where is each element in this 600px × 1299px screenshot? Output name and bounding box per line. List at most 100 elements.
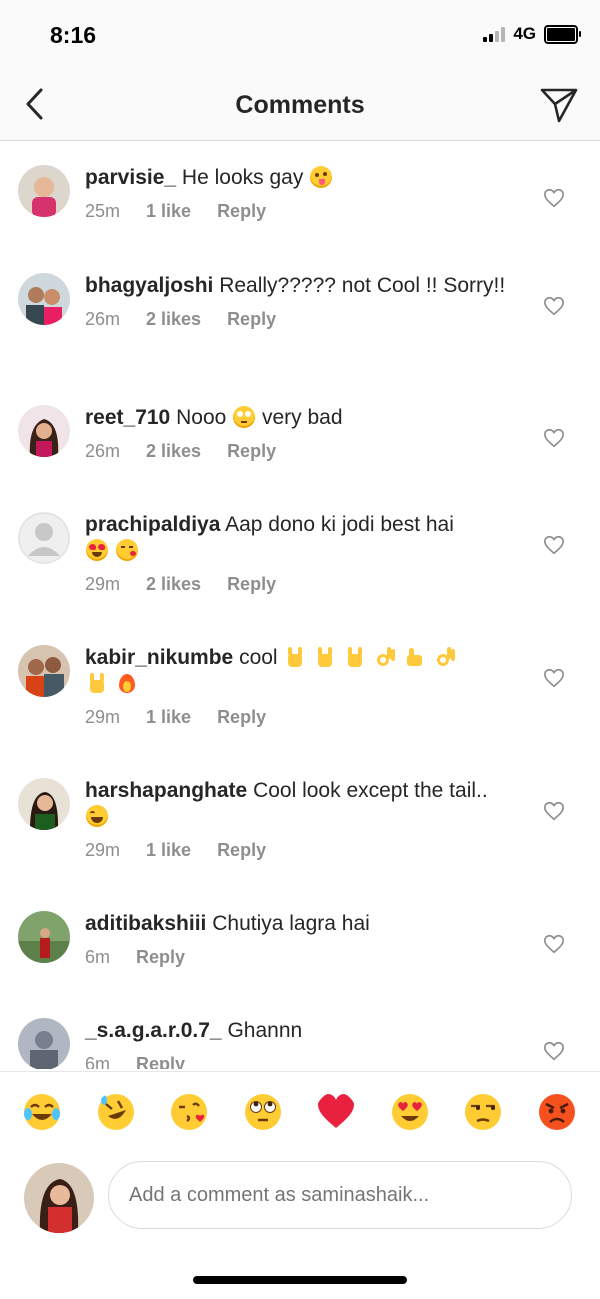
rolling-eyes-face-icon bbox=[233, 406, 256, 428]
comment-likes[interactable]: 2 likes bbox=[146, 309, 201, 330]
comment-meta: 26m 2 likes Reply bbox=[85, 441, 515, 462]
nav-header: Comments bbox=[0, 72, 600, 141]
comment-likes[interactable]: 2 likes bbox=[146, 574, 201, 595]
comment-text: aditibakshiii Chutiya lagra hai bbox=[85, 911, 515, 937]
comment-meta: 26m 2 likes Reply bbox=[85, 309, 515, 330]
page-title: Comments bbox=[235, 91, 365, 119]
direct-share-button[interactable] bbox=[538, 84, 580, 126]
comment-message: Aap dono ki jodi best hai bbox=[225, 513, 454, 536]
heart-eyes-face-icon bbox=[86, 539, 108, 561]
avatar[interactable] bbox=[18, 165, 70, 217]
reply-button[interactable]: Reply bbox=[136, 947, 185, 968]
comment-message: Cool look except the tail.. bbox=[253, 779, 488, 802]
comment-time: 26m bbox=[85, 309, 121, 329]
like-heart-icon[interactable] bbox=[543, 534, 565, 556]
comment-username[interactable]: prachipaldiya bbox=[85, 513, 220, 536]
sign-of-horns-icon bbox=[284, 646, 306, 668]
battery-icon bbox=[544, 24, 581, 44]
comment-message: Nooo bbox=[176, 406, 227, 429]
avatar[interactable] bbox=[18, 778, 70, 830]
unamused-face-icon[interactable] bbox=[463, 1092, 503, 1132]
comment-likes[interactable]: 1 like bbox=[146, 201, 191, 222]
comment-message: Really????? not Cool !! Sorry!! bbox=[219, 274, 506, 297]
current-user-avatar[interactable] bbox=[24, 1163, 94, 1233]
reply-button[interactable]: Reply bbox=[136, 1054, 185, 1069]
comment-meta: 6m Reply bbox=[85, 1054, 515, 1069]
like-heart-icon[interactable] bbox=[543, 295, 565, 317]
rolling-on-floor-laughing-icon[interactable] bbox=[96, 1092, 136, 1132]
avatar[interactable] bbox=[18, 911, 70, 963]
status-indicators: 4G bbox=[483, 24, 581, 44]
paper-plane-icon bbox=[540, 88, 578, 123]
reply-button[interactable]: Reply bbox=[227, 574, 276, 595]
comment-username[interactable]: _s.a.g.a.r.0.7_ bbox=[85, 1019, 222, 1042]
heart-eyes-face-icon[interactable] bbox=[390, 1092, 430, 1132]
reply-button[interactable]: Reply bbox=[217, 201, 266, 222]
comment-time: 29m bbox=[85, 707, 121, 727]
comment-text: harshapanghate Cool look except the tail… bbox=[85, 778, 515, 830]
pouting-face-icon[interactable] bbox=[537, 1092, 577, 1132]
comment-meta: 6m Reply bbox=[85, 947, 515, 968]
comment-time: 29m bbox=[85, 840, 121, 860]
comment-time: 26m bbox=[85, 441, 121, 461]
comment-username[interactable]: kabir_nikumbe bbox=[85, 646, 233, 669]
home-indicator[interactable] bbox=[193, 1276, 407, 1284]
blowing-kiss-face-icon[interactable] bbox=[169, 1092, 209, 1132]
comment-time: 25m bbox=[85, 201, 121, 221]
tears-of-joy-face-icon bbox=[86, 805, 108, 827]
status-time: 8:16 bbox=[50, 22, 97, 48]
thumbs-up-icon bbox=[404, 646, 426, 668]
comment-likes[interactable]: 1 like bbox=[146, 840, 191, 861]
comment-message: Chutiya lagra hai bbox=[212, 912, 370, 935]
comment-message: Ghannn bbox=[227, 1019, 303, 1042]
reply-button[interactable]: Reply bbox=[227, 309, 276, 330]
status-bar: 8:16 4G bbox=[0, 0, 600, 72]
ok-hand-icon bbox=[374, 646, 396, 668]
comment-time: 6m bbox=[85, 947, 111, 967]
comment-meta: 29m 1 like Reply bbox=[85, 707, 515, 728]
avatar[interactable] bbox=[18, 645, 70, 697]
sign-of-horns-icon bbox=[344, 646, 366, 668]
like-heart-icon[interactable] bbox=[543, 187, 565, 209]
like-heart-icon[interactable] bbox=[543, 933, 565, 955]
quick-reaction-bar bbox=[0, 1071, 600, 1154]
like-heart-icon[interactable] bbox=[543, 427, 565, 449]
comment-text: kabir_nikumbe cool bbox=[85, 645, 515, 697]
sign-of-horns-icon bbox=[314, 646, 336, 668]
comment-text: bhagyaljoshi Really????? not Cool !! Sor… bbox=[85, 273, 515, 299]
rolling-eyes-face-icon[interactable] bbox=[243, 1092, 283, 1132]
comment-list[interactable]: parvisie_ He looks gay 25m 1 like Reply … bbox=[0, 141, 600, 1069]
comment-meta: 29m 1 like Reply bbox=[85, 840, 515, 861]
comment-meta: 29m 2 likes Reply bbox=[85, 574, 515, 595]
comment-likes[interactable]: 2 likes bbox=[146, 441, 201, 462]
comment-username[interactable]: bhagyaljoshi bbox=[85, 274, 213, 297]
comment-likes[interactable]: 1 like bbox=[146, 707, 191, 728]
like-heart-icon[interactable] bbox=[543, 667, 565, 689]
like-heart-icon[interactable] bbox=[543, 1040, 565, 1062]
red-heart-icon[interactable] bbox=[316, 1092, 356, 1132]
avatar[interactable] bbox=[18, 512, 70, 564]
comment-message: cool bbox=[239, 646, 278, 669]
zany-face-icon bbox=[310, 166, 333, 188]
reply-button[interactable]: Reply bbox=[227, 441, 276, 462]
comment-meta: 25m 1 like Reply bbox=[85, 201, 515, 222]
avatar[interactable] bbox=[18, 273, 70, 325]
blowing-kiss-face-icon bbox=[115, 539, 138, 561]
comment-username[interactable]: aditibakshiii bbox=[85, 912, 206, 935]
signal-icon bbox=[483, 26, 506, 42]
comment-username[interactable]: reet_710 bbox=[85, 406, 170, 429]
network-type: 4G bbox=[513, 24, 536, 43]
comment-message: He looks gay bbox=[181, 166, 304, 189]
tears-of-joy-face-icon[interactable] bbox=[22, 1092, 62, 1132]
comment-username[interactable]: parvisie_ bbox=[85, 166, 176, 189]
comment-username[interactable]: harshapanghate bbox=[85, 779, 247, 802]
comment-text: parvisie_ He looks gay bbox=[85, 165, 515, 191]
comment-input[interactable] bbox=[108, 1161, 572, 1229]
comment-message-tail: very bad bbox=[261, 406, 343, 429]
avatar[interactable] bbox=[18, 405, 70, 457]
reply-button[interactable]: Reply bbox=[217, 707, 266, 728]
comment-text: reet_710 Nooo very bad bbox=[85, 405, 515, 431]
like-heart-icon[interactable] bbox=[543, 800, 565, 822]
avatar[interactable] bbox=[18, 1018, 70, 1069]
reply-button[interactable]: Reply bbox=[217, 840, 266, 861]
